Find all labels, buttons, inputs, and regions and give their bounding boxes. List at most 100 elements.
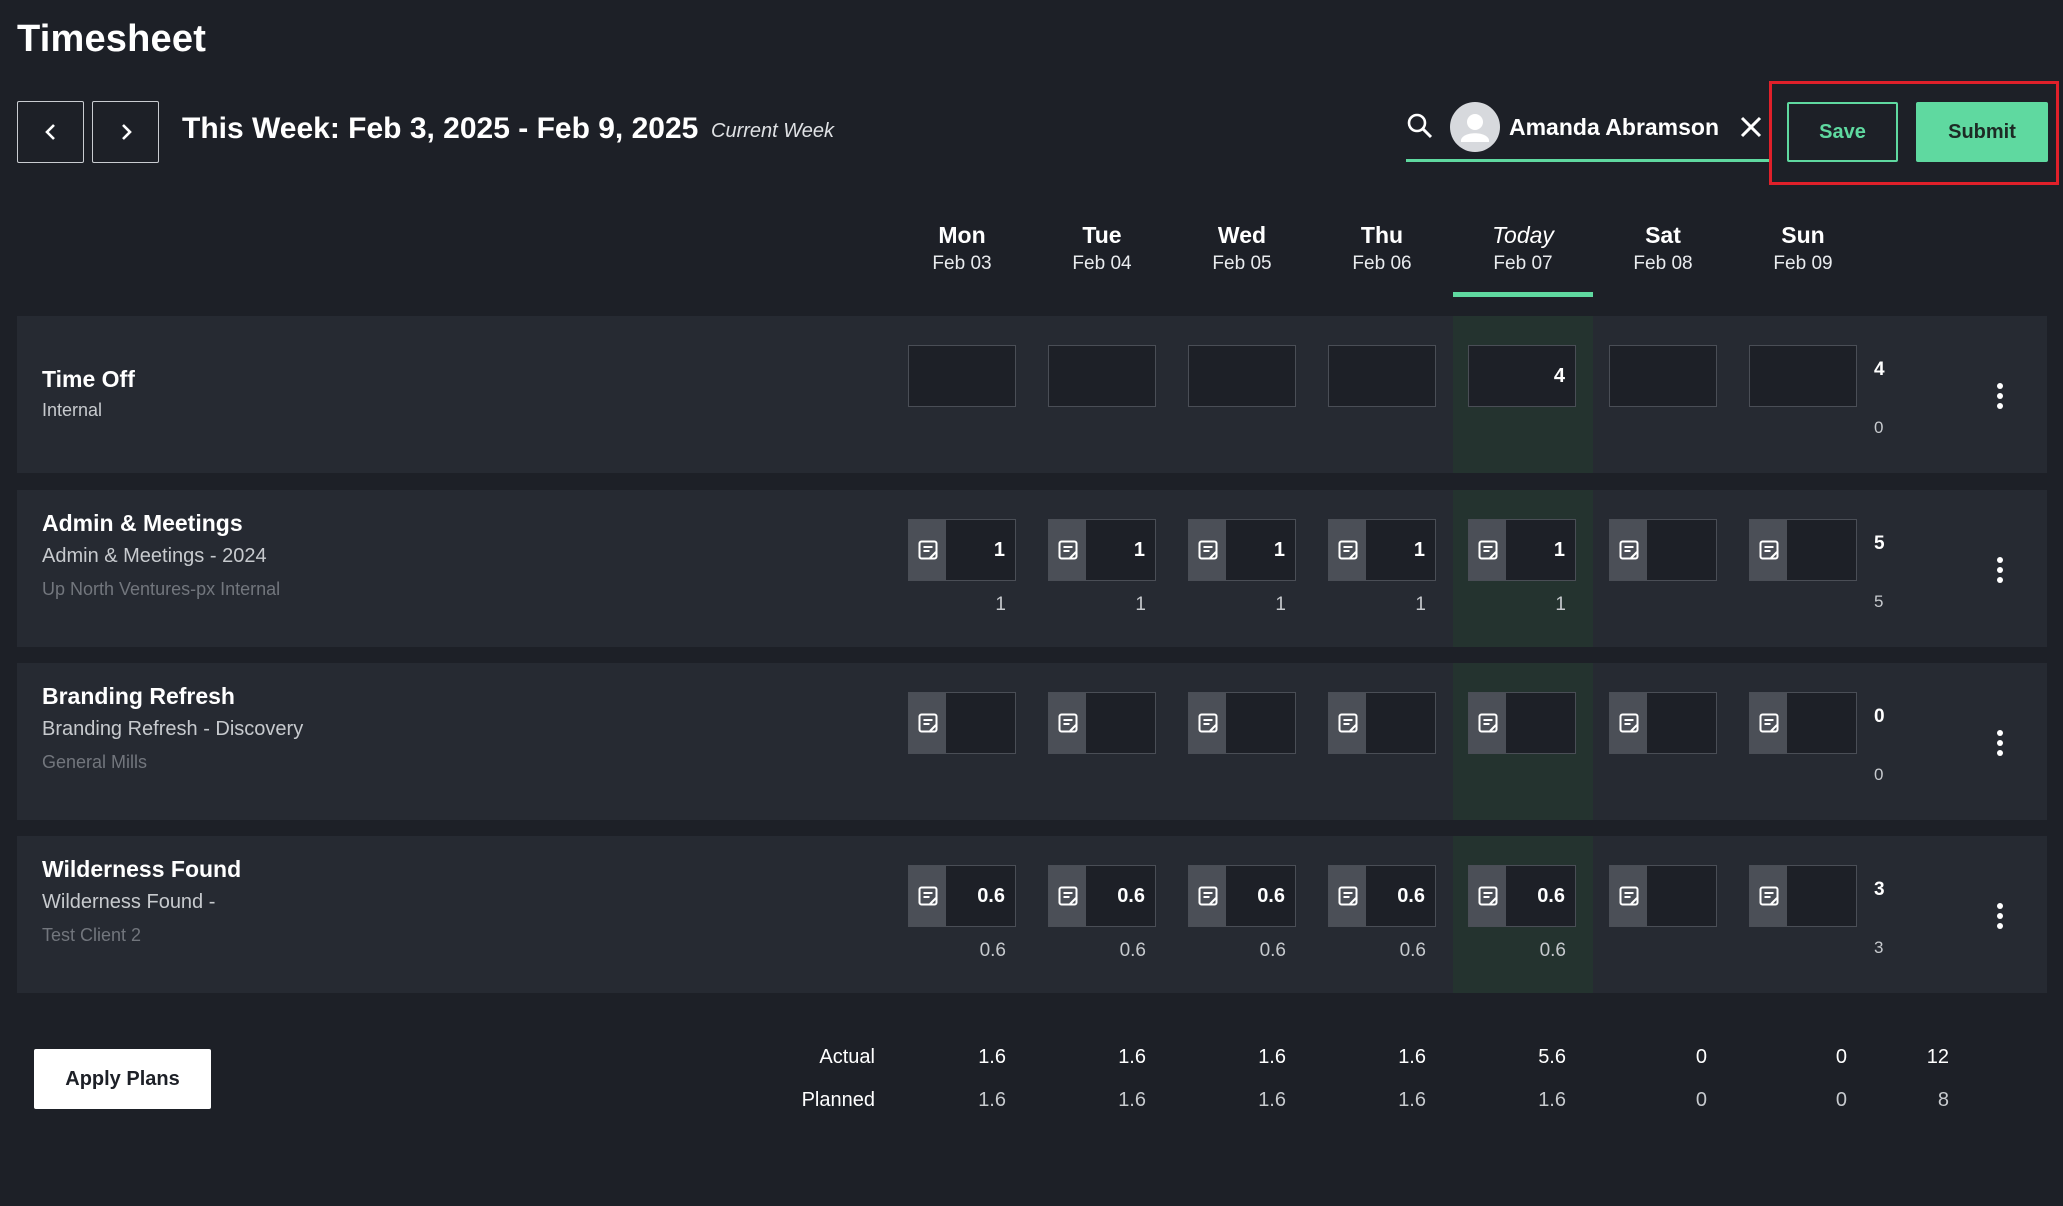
hours-input[interactable]: 0.6 xyxy=(1468,865,1576,927)
note-button[interactable] xyxy=(1610,866,1647,926)
week-range: This Week: Feb 3, 2025 - Feb 9, 2025 xyxy=(182,112,699,145)
hours-input[interactable] xyxy=(1048,692,1156,754)
note-button[interactable] xyxy=(1329,866,1366,926)
note-button[interactable] xyxy=(909,693,946,753)
day-header-2: Wed Feb 05 xyxy=(1172,222,1312,275)
note-button[interactable] xyxy=(1610,693,1647,753)
note-button[interactable] xyxy=(1750,866,1787,926)
apply-plans-button[interactable]: Apply Plans xyxy=(34,1049,211,1109)
day-name: Sun xyxy=(1781,222,1825,248)
note-button[interactable] xyxy=(1750,693,1787,753)
hours-input[interactable]: 1 xyxy=(1468,519,1576,581)
previous-week-button[interactable] xyxy=(17,101,84,163)
row-total-actual: 5 xyxy=(1874,533,1885,554)
hours-input[interactable] xyxy=(1749,692,1857,754)
hours-input[interactable] xyxy=(1749,519,1857,581)
note-icon xyxy=(1198,886,1217,906)
day-header-6: Sun Feb 09 xyxy=(1733,222,1873,275)
save-button[interactable]: Save xyxy=(1787,102,1898,162)
next-week-button[interactable] xyxy=(92,101,159,163)
hours-value[interactable]: 0.6 xyxy=(946,885,1015,908)
hours-value[interactable]: 1 xyxy=(946,539,1015,562)
hours-value[interactable]: 0.6 xyxy=(1086,885,1155,908)
daily-planned-total: 1.6 xyxy=(978,1089,1006,1111)
note-button[interactable] xyxy=(1469,520,1506,580)
hours-input[interactable]: 0.6 xyxy=(908,865,1016,927)
row-menu-button[interactable] xyxy=(1991,383,2009,409)
hours-input[interactable]: 1 xyxy=(1328,519,1436,581)
search-icon[interactable] xyxy=(1406,112,1434,140)
day-header-4: Today Feb 07 xyxy=(1453,222,1593,275)
row-menu-button[interactable] xyxy=(1991,557,2009,583)
hours-input[interactable] xyxy=(908,692,1016,754)
note-button[interactable] xyxy=(909,520,946,580)
note-button[interactable] xyxy=(1469,693,1506,753)
project-client: General Mills xyxy=(42,752,148,772)
hours-input[interactable] xyxy=(1609,865,1717,927)
project-row xyxy=(17,490,2047,647)
day-name: Mon xyxy=(938,222,986,248)
hours-value[interactable]: 4 xyxy=(1469,365,1575,388)
row-total-planned: 5 xyxy=(1874,592,1884,611)
hours-input[interactable] xyxy=(1328,345,1436,407)
note-button[interactable] xyxy=(1049,693,1086,753)
more-vertical-icon xyxy=(1997,903,2003,909)
hours-value[interactable]: 1 xyxy=(1506,539,1575,562)
hours-input[interactable] xyxy=(1749,345,1857,407)
note-button[interactable] xyxy=(1750,520,1787,580)
note-button[interactable] xyxy=(1329,693,1366,753)
daily-actual-total: 1.6 xyxy=(1398,1046,1426,1068)
day-header-1: Tue Feb 04 xyxy=(1032,222,1172,275)
submit-button[interactable]: Submit xyxy=(1916,102,2048,162)
hours-value[interactable]: 0.6 xyxy=(1226,885,1295,908)
note-icon xyxy=(1478,713,1497,733)
daily-actual-total: 5.6 xyxy=(1538,1046,1566,1068)
more-vertical-icon xyxy=(1997,923,2003,929)
note-button[interactable] xyxy=(1189,866,1226,926)
hours-value[interactable]: 0.6 xyxy=(1366,885,1435,908)
hours-input[interactable] xyxy=(908,345,1016,407)
hours-input[interactable]: 1 xyxy=(1188,519,1296,581)
hours-input[interactable] xyxy=(1609,519,1717,581)
hours-input[interactable] xyxy=(1188,692,1296,754)
hours-input[interactable]: 4 xyxy=(1468,345,1576,407)
hours-input[interactable]: 0.6 xyxy=(1328,865,1436,927)
hours-input[interactable]: 0.6 xyxy=(1188,865,1296,927)
note-button[interactable] xyxy=(909,866,946,926)
hours-input[interactable]: 1 xyxy=(1048,519,1156,581)
note-button[interactable] xyxy=(1189,693,1226,753)
note-icon xyxy=(1478,886,1497,906)
hours-input[interactable] xyxy=(1048,345,1156,407)
daily-actual-total: 1.6 xyxy=(1118,1046,1146,1068)
hours-value[interactable]: 0.6 xyxy=(1506,885,1575,908)
project-row xyxy=(17,663,2047,820)
more-vertical-icon xyxy=(1997,403,2003,409)
row-menu-button[interactable] xyxy=(1991,730,2009,756)
project-row xyxy=(17,836,2047,993)
row-menu-button[interactable] xyxy=(1991,903,2009,929)
day-date: Feb 09 xyxy=(1773,253,1833,274)
more-vertical-icon xyxy=(1997,577,2003,583)
selected-user-name: Amanda Abramson xyxy=(1509,114,1720,140)
note-button[interactable] xyxy=(1189,520,1226,580)
hours-input[interactable] xyxy=(1749,865,1857,927)
hours-input[interactable] xyxy=(1188,345,1296,407)
planned-hours: 0.6 xyxy=(979,940,1006,961)
hours-input[interactable] xyxy=(1609,692,1717,754)
hours-value[interactable]: 1 xyxy=(1366,539,1435,562)
note-button[interactable] xyxy=(1469,866,1506,926)
note-button[interactable] xyxy=(1049,520,1086,580)
hours-input[interactable] xyxy=(1328,692,1436,754)
hours-value[interactable]: 1 xyxy=(1086,539,1155,562)
note-button[interactable] xyxy=(1610,520,1647,580)
close-icon[interactable] xyxy=(1738,114,1764,140)
note-button[interactable] xyxy=(1049,866,1086,926)
user-search-field[interactable]: Amanda Abramson xyxy=(1406,100,1770,162)
hours-value[interactable]: 1 xyxy=(1226,539,1295,562)
daily-actual-total: 1.6 xyxy=(978,1046,1006,1068)
hours-input[interactable]: 0.6 xyxy=(1048,865,1156,927)
note-button[interactable] xyxy=(1329,520,1366,580)
hours-input[interactable]: 1 xyxy=(908,519,1016,581)
hours-input[interactable] xyxy=(1609,345,1717,407)
hours-input[interactable] xyxy=(1468,692,1576,754)
